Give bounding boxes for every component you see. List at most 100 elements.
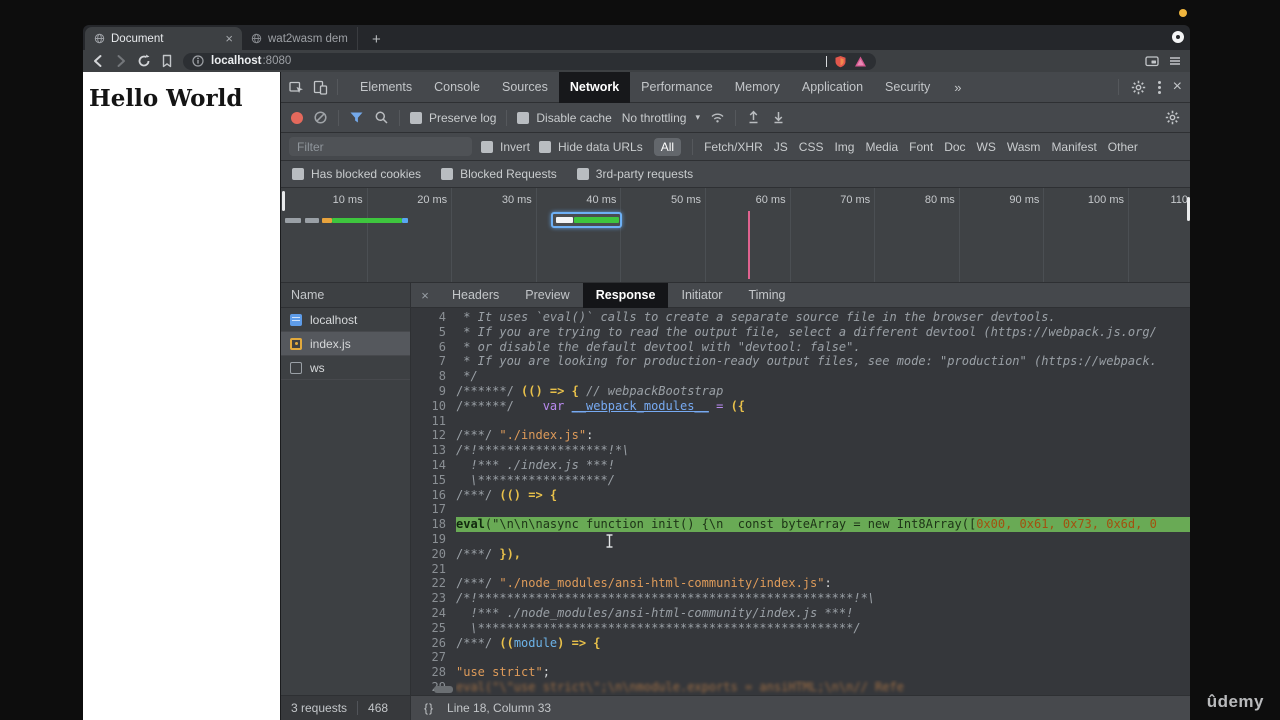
reload-button[interactable] [137,54,151,68]
devtools-tab-application[interactable]: Application [791,72,874,103]
request-list-header[interactable]: Name [281,283,410,308]
close-devtools-icon[interactable]: × [1173,79,1182,95]
detail-tab-preview[interactable]: Preview [512,283,582,308]
filter-type-img[interactable]: Img [834,140,854,154]
filter-type-font[interactable]: Font [909,140,933,154]
clear-network-log-icon[interactable] [313,110,328,125]
waterfall-bar[interactable] [573,217,619,223]
request-row-indexjs[interactable]: index.js [281,332,410,356]
line-content [456,650,1190,665]
response-code-editor[interactable]: 4 * It uses `eval()` calls to create a s… [411,308,1190,695]
forward-button[interactable] [114,54,128,68]
checkbox-icon[interactable] [576,168,589,180]
devtools-tab-security[interactable]: Security [874,72,941,103]
filter-type-all[interactable]: All [653,137,682,156]
filter-type-doc[interactable]: Doc [944,140,965,154]
devtools-tab-elements[interactable]: Elements [349,72,423,103]
devtools-menu-icon[interactable] [1157,80,1161,94]
browser-tab-wat2wasm[interactable]: wat2wasm demo [242,27,358,50]
checkbox-icon[interactable] [481,140,493,153]
checkbox-icon[interactable] [441,168,454,180]
checkbox-icon[interactable] [410,111,422,124]
filter-type-media[interactable]: Media [865,140,898,154]
url-bar[interactable]: localhost :8080 [183,52,876,70]
filter-funnel-icon[interactable] [349,110,364,125]
has-blocked-cookies-checkbox[interactable]: Has blocked cookies [292,167,421,181]
line-content: * It uses `eval()` calls to create a sep… [456,310,1056,324]
line-content: eval("\n\n\nasync function init() {\n co… [456,517,1190,532]
devtools-tab-console[interactable]: Console [423,72,491,103]
new-tab-button[interactable]: + [368,32,385,47]
close-detail-icon[interactable]: × [411,288,439,303]
network-filter-row2: Has blocked cookies Blocked Requests 3rd-p… [281,161,1190,188]
back-button[interactable] [91,54,105,68]
filter-type-fetchxhr[interactable]: Fetch/XHR [704,140,763,154]
filter-type-manifest[interactable]: Manifest [1051,140,1096,154]
network-overview-timeline[interactable]: 10 ms 20 ms 30 ms 40 ms 50 ms 60 ms 70 ms 80 ms… [281,188,1190,283]
warning-extension-icon[interactable] [854,55,867,68]
more-tabs-icon[interactable]: » [950,80,965,95]
browser-menu-icon[interactable] [1168,54,1182,68]
throttling-dropdown[interactable]: No throttling ▾ [622,111,700,125]
media-controls-icon[interactable] [1145,54,1159,68]
detail-tab-headers[interactable]: Headers [439,283,512,308]
settings-gear-icon[interactable] [1131,80,1146,95]
line-content: eval("\"use strict\";\n\nmodule.exports … [456,679,904,694]
detail-tab-response[interactable]: Response [582,282,669,308]
devtools-tab-sources[interactable]: Sources [491,72,559,103]
blocked-requests-checkbox[interactable]: Blocked Requests [441,167,557,181]
detail-tab-timing[interactable]: Timing [735,283,798,308]
devtools-tabs: Elements Console Sources Network Performance… [349,71,941,103]
filter-type-js[interactable]: JS [774,140,788,154]
horizontal-scrollbar-thumb[interactable] [434,686,453,693]
close-tab-icon[interactable]: × [225,32,233,45]
devtools-tab-network[interactable]: Network [558,71,631,103]
pretty-print-icon[interactable]: {} [424,701,434,715]
checkbox-icon[interactable] [292,168,304,180]
overview-scroll-grip[interactable] [1187,197,1190,221]
invert-checkbox[interactable]: Invert [481,140,530,154]
line-number: 22 [431,576,446,591]
overview-scroll-grip[interactable] [282,191,285,211]
request-row-ws[interactable]: ws [281,356,410,380]
line-number: 9 [438,383,446,398]
request-row-localhost[interactable]: localhost [281,308,410,332]
filter-type-css[interactable]: CSS [799,140,824,154]
filter-input[interactable] [289,137,472,156]
site-info-icon[interactable] [192,55,204,67]
waterfall-bar[interactable] [402,218,409,223]
search-icon[interactable] [374,110,389,125]
network-settings-gear-icon[interactable] [1165,110,1180,125]
line-number: 6 [438,339,446,354]
preserve-log-checkbox[interactable]: Preserve log [410,111,496,125]
checkbox-icon[interactable] [539,140,552,153]
filter-type-wasm[interactable]: Wasm [1007,140,1041,154]
browser-tab-document[interactable]: Document × [85,27,242,50]
devtools-tab-performance[interactable]: Performance [630,72,724,103]
code-line-27: 27 [411,650,1190,665]
shield-extension-icon[interactable] [834,55,847,68]
checkbox-icon[interactable] [517,111,530,124]
network-conditions-icon[interactable] [710,110,725,125]
record-network-log-button[interactable] [291,111,303,124]
timeline-tick-label: 40 ms [586,194,617,206]
export-har-icon[interactable] [771,110,786,125]
inspect-element-icon[interactable] [289,80,304,95]
waterfall-bar[interactable] [285,218,301,223]
filter-type-other[interactable]: Other [1108,140,1138,154]
hide-data-urls-checkbox[interactable]: Hide data URLs [539,140,643,154]
waterfall-bar[interactable] [304,218,320,223]
disable-cache-checkbox[interactable]: Disable cache [517,111,612,125]
waterfall-bar[interactable] [556,217,573,223]
3rd-party-requests-checkbox[interactable]: 3rd-party requests [576,167,693,181]
import-har-icon[interactable] [746,110,761,125]
bookmark-icon[interactable] [160,54,174,68]
timeline-tick-label: 70 ms [840,194,871,206]
devtools-tab-memory[interactable]: Memory [724,72,791,103]
filter-type-ws[interactable]: WS [977,140,996,154]
waterfall-bar[interactable] [321,218,332,223]
waterfall-bar[interactable] [331,218,403,223]
globe-favicon-icon [251,33,262,44]
detail-tab-initiator[interactable]: Initiator [668,283,735,308]
device-toolbar-icon[interactable] [313,80,328,95]
